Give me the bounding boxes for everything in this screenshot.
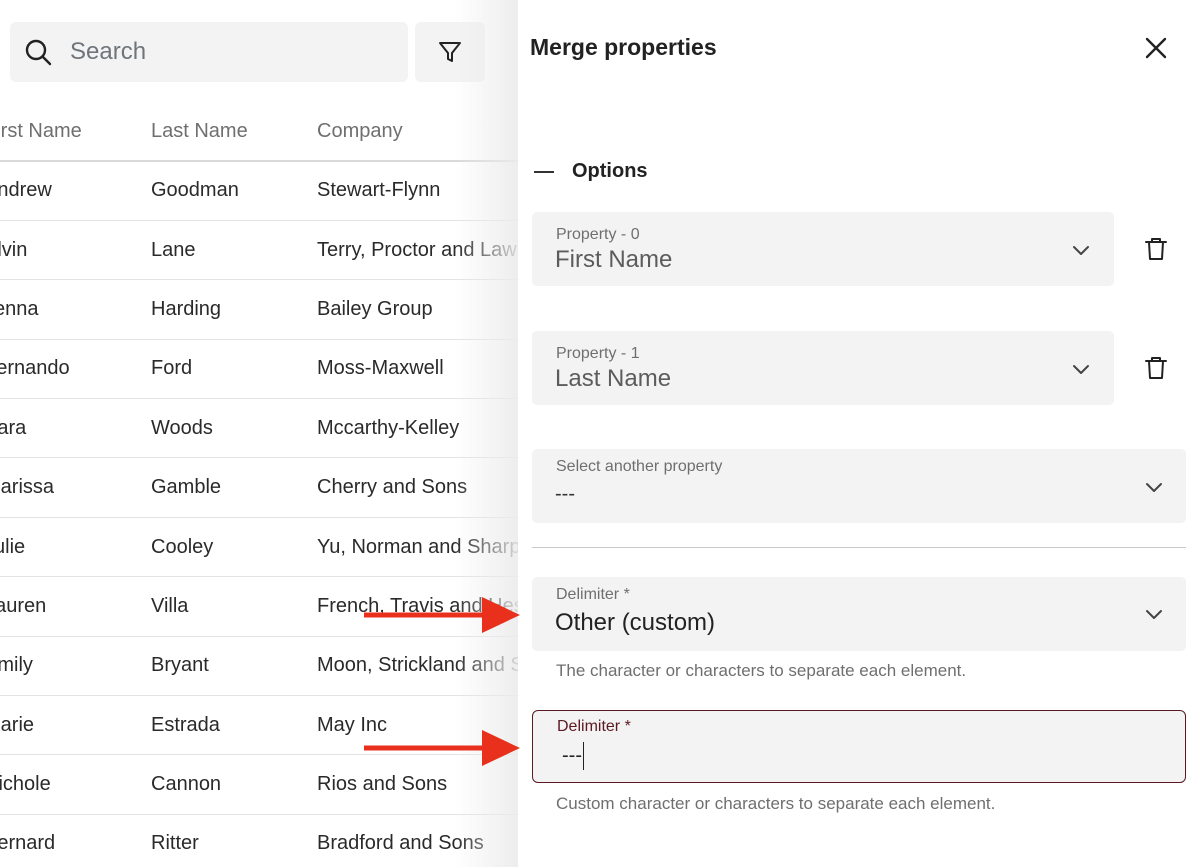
property-1-select[interactable]: Property - 1 Last Name	[532, 331, 1114, 405]
search-box	[10, 22, 408, 82]
arrow-annotation-icon	[364, 730, 520, 766]
merge-properties-panel: Merge properties Options Property - 0 Fi…	[518, 0, 1200, 867]
arrow-annotation-icon	[364, 597, 520, 633]
property-1-label: Property - 1	[556, 345, 640, 362]
cell-company: Stewart-Flynn	[317, 161, 518, 221]
cell-last-name: Goodman	[151, 161, 317, 221]
cell-last-name: Gamble	[151, 457, 317, 518]
filter-button[interactable]	[415, 22, 485, 82]
another-property-select[interactable]: Select another property ---	[532, 449, 1186, 523]
cell-first-name: Emily	[0, 636, 151, 697]
cell-company: Yu, Norman and Sharp	[317, 517, 518, 578]
cell-first-name: Fernando	[0, 339, 151, 400]
delimiter-select-helper: The character or characters to separate …	[556, 661, 967, 680]
filter-icon	[439, 42, 461, 62]
cell-first-name: Nichole	[0, 754, 151, 815]
cell-first-name: Andrew	[0, 161, 151, 221]
property-0-select[interactable]: Property - 0 First Name	[532, 212, 1114, 286]
cell-first-name: Jenna	[0, 279, 151, 340]
cell-last-name: Woods	[151, 398, 317, 459]
cell-company: Bradford and Sons	[317, 814, 518, 867]
table-row[interactable]: JulieCooleyYu, Norman and Sharp	[0, 517, 518, 578]
delimiter-custom-field[interactable]: Delimiter * ---	[532, 710, 1186, 783]
cell-last-name: Ritter	[151, 814, 317, 867]
cell-first-name: Kara	[0, 398, 151, 459]
options-section-label: Options	[572, 160, 648, 182]
cell-last-name: Estrada	[151, 695, 317, 756]
delimiter-select-label: Delimiter *	[556, 586, 630, 603]
chevron-down-icon	[1073, 365, 1089, 374]
column-header-company[interactable]: Company	[317, 102, 518, 162]
table-row[interactable]: MarissaGambleCherry and Sons	[0, 457, 518, 518]
cell-last-name: Villa	[151, 576, 317, 637]
cell-first-name: Alvin	[0, 220, 151, 281]
property-0-value: First Name	[555, 246, 673, 273]
cell-last-name: Harding	[151, 279, 317, 340]
divider	[532, 547, 1186, 548]
property-0-label: Property - 0	[556, 226, 640, 243]
another-property-label: Select another property	[556, 458, 723, 475]
delimiter-custom-value: ---	[562, 744, 582, 767]
delimiter-custom-label: Delimiter *	[557, 718, 631, 735]
chevron-down-icon	[1146, 610, 1162, 619]
cell-company: Cherry and Sons	[317, 457, 518, 518]
another-property-value: ---	[555, 483, 575, 505]
table-row[interactable]: AlvinLaneTerry, Proctor and Lawrence	[0, 220, 518, 281]
delimiter-select-value: Other (custom)	[555, 609, 716, 636]
cell-company: Terry, Proctor and Lawrence	[317, 220, 518, 281]
chevron-down-icon	[1073, 246, 1089, 255]
cell-company: Bailey Group	[317, 279, 518, 340]
cell-first-name: Bernard	[0, 814, 151, 867]
cell-last-name: Ford	[151, 339, 317, 400]
table-row[interactable]: FernandoFordMoss-Maxwell	[0, 339, 518, 400]
panel-title: Merge properties	[530, 34, 717, 60]
table-row[interactable]: BernardRitterBradford and Sons	[0, 814, 518, 867]
chevron-down-icon	[1146, 483, 1162, 492]
cell-company: Moss-Maxwell	[317, 339, 518, 400]
cell-last-name: Lane	[151, 220, 317, 281]
options-section-toggle[interactable]: Options	[534, 160, 648, 183]
cell-first-name: Marie	[0, 695, 151, 756]
cell-first-name: Julie	[0, 517, 151, 578]
search-icon	[25, 39, 52, 66]
cell-first-name: Lauren	[0, 576, 151, 637]
search-input[interactable]	[70, 22, 400, 82]
cell-last-name: Cooley	[151, 517, 317, 578]
cell-company: Moon, Strickland and Sons	[317, 636, 518, 697]
delimiter-custom-input[interactable]: ---	[562, 742, 585, 770]
cell-last-name: Cannon	[151, 754, 317, 815]
trash-icon[interactable]	[1143, 355, 1169, 381]
cell-last-name: Bryant	[151, 636, 317, 697]
collapse-icon	[534, 170, 554, 173]
property-1-value: Last Name	[555, 365, 672, 392]
table-row[interactable]: JennaHardingBailey Group	[0, 279, 518, 340]
column-header-first-name[interactable]: First Name	[0, 102, 151, 162]
close-icon[interactable]	[1142, 34, 1170, 62]
text-caret	[582, 742, 585, 770]
column-header-last-name[interactable]: Last Name	[151, 102, 317, 162]
table-header-row: First Name Last Name Company	[0, 102, 518, 162]
delimiter-select[interactable]: Delimiter * Other (custom)	[532, 577, 1186, 651]
cell-company: Mccarthy-Kelley	[317, 398, 518, 459]
trash-icon[interactable]	[1143, 236, 1169, 262]
delimiter-custom-helper: Custom character or characters to separa…	[556, 794, 996, 813]
table-row[interactable]: AndrewGoodmanStewart-Flynn	[0, 161, 518, 221]
table-row[interactable]: EmilyBryantMoon, Strickland and Sons	[0, 636, 518, 697]
cell-first-name: Marissa	[0, 457, 151, 518]
table-row[interactable]: KaraWoodsMccarthy-Kelley	[0, 398, 518, 459]
